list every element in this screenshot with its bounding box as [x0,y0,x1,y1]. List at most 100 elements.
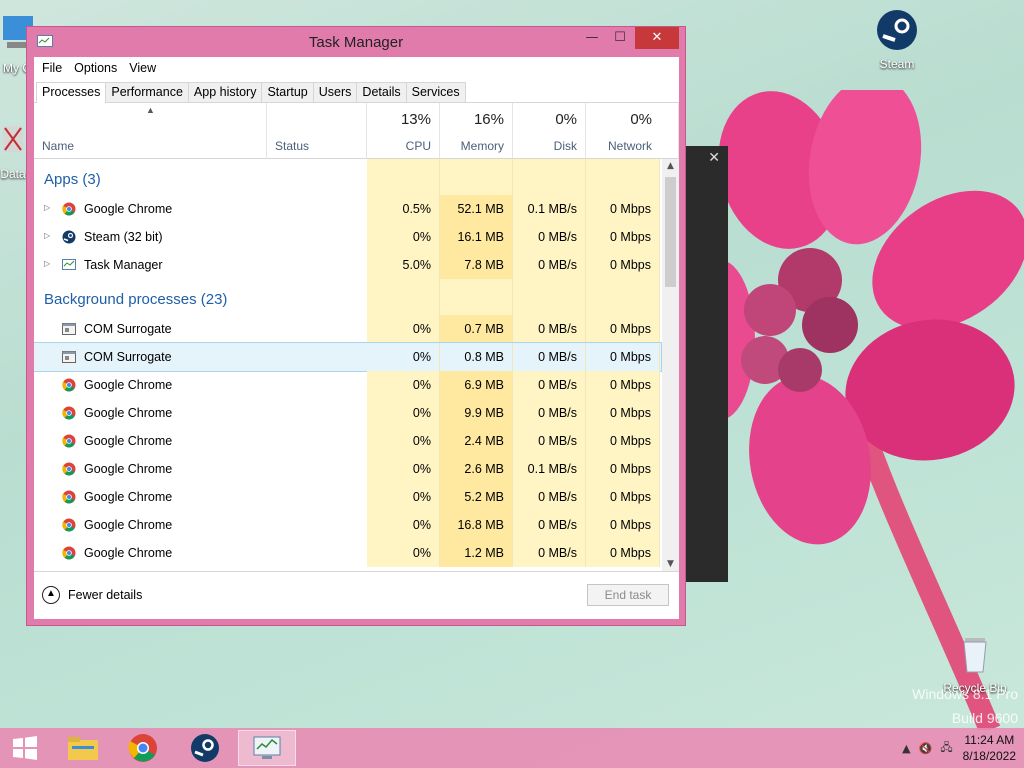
sort-up-icon: ▲ [146,105,155,115]
tab-app-history[interactable]: App history [187,82,263,102]
disk-cell: 0 MB/s [513,371,586,399]
cpu-cell: 0% [367,223,440,251]
network-total: 0% [630,111,652,128]
cpu-cell: 5.0% [367,251,440,279]
expand-arrow-icon[interactable]: ▷ [44,203,52,213]
desktop-icon-steam[interactable]: Steam [862,8,932,71]
column-header-status[interactable]: Status [267,103,367,159]
disk-cell: 0 MB/s [513,315,586,343]
scroll-up-icon[interactable]: ▲ [662,161,679,171]
column-header-name[interactable]: ▲ Name [34,103,267,159]
chrome-icon [62,546,76,560]
steam-icon [877,10,917,50]
process-name: Google Chrome [84,546,173,560]
taskbar-steam[interactable] [176,730,234,766]
network-cell: 0 Mbps [586,427,660,455]
memory-cell: 9.9 MB [440,399,513,427]
task-manager-body: File Options View Processes Performance … [34,57,679,619]
taskbar-file-explorer[interactable] [54,730,112,766]
folder-icon [68,737,98,760]
tab-services[interactable]: Services [405,82,466,102]
process-row[interactable]: Google Chrome 0% 6.9 MB 0 MB/s 0 Mbps [34,371,661,399]
column-header-memory[interactable]: 16% Memory [440,103,513,159]
process-row[interactable]: Google Chrome 0% 2.4 MB 0 MB/s 0 Mbps [34,427,661,455]
minimize-button[interactable]: — [577,27,607,49]
network-cell: 0 Mbps [586,251,660,279]
end-task-button[interactable]: End task [587,584,669,606]
disk-cell: 0 MB/s [513,483,586,511]
expand-arrow-icon[interactable]: ▷ [44,259,52,269]
process-row[interactable]: Google Chrome 0% 2.6 MB 0.1 MB/s 0 Mbps [34,455,661,483]
column-label-status: Status [275,139,310,153]
taskbar: ▲ 🔇 🖧 11:24 AM 8/18/2022 [0,728,1024,768]
memory-cell: 6.9 MB [440,371,513,399]
scroll-down-icon[interactable]: ▼ [662,559,679,569]
close-button[interactable]: ✕ [635,27,679,49]
process-row[interactable]: COM Surrogate 0% 0.7 MB 0 MB/s 0 Mbps [34,315,661,343]
menu-view[interactable]: View [123,61,162,75]
memory-cell: 52.1 MB [440,195,513,223]
cpu-cell: 0% [367,455,440,483]
process-row[interactable]: ▷ Steam (32 bit) 0% 16.1 MB 0 MB/s 0 Mbps [34,223,661,251]
memory-cell: 5.2 MB [440,483,513,511]
scrollbar-thumb[interactable] [665,177,676,287]
disk-cell: 0 MB/s [513,343,586,371]
task-manager-icon [253,736,281,759]
process-name: Google Chrome [84,202,173,216]
process-row[interactable]: Google Chrome 0% 16.8 MB 0 MB/s 0 Mbps [34,511,661,539]
memory-cell: 2.6 MB [440,455,513,483]
tab-users[interactable]: Users [312,82,358,102]
network-cell: 0 Mbps [586,195,660,223]
tab-performance[interactable]: Performance [105,82,189,102]
tab-processes[interactable]: Processes [36,82,107,103]
process-name: Google Chrome [84,490,173,504]
disk-cell: 0 MB/s [513,399,586,427]
process-name: Steam (32 bit) [84,230,163,244]
group-header-apps[interactable]: Apps (3) [34,159,661,195]
vertical-scrollbar[interactable]: ▲ ▼ [662,159,679,571]
process-row[interactable]: Google Chrome 0% 5.2 MB 0 MB/s 0 Mbps [34,483,661,511]
column-header-network[interactable]: 0% Network [586,103,679,159]
process-row[interactable]: COM Surrogate 0% 0.8 MB 0 MB/s 0 Mbps [34,342,662,372]
taskbar-chrome[interactable] [114,730,172,766]
com-icon [62,322,76,336]
close-icon[interactable]: ✕ [708,150,720,166]
network-icon[interactable]: 🖧 [940,739,952,758]
volume-muted-icon[interactable]: 🔇 [919,742,933,755]
menu-file[interactable]: File [36,61,68,75]
windows-edition-watermark: Windows 8.1 Pro [912,686,1018,702]
taskbar-task-manager[interactable] [238,730,296,766]
memory-cell: 0.8 MB [440,343,513,371]
tab-details[interactable]: Details [356,82,407,102]
column-header-cpu[interactable]: 13% CPU [367,103,440,159]
network-cell: 0 Mbps [586,223,660,251]
cpu-cell: 0.5% [367,195,440,223]
chrome-icon [128,734,157,762]
process-row[interactable]: Google Chrome 0% 1.2 MB 0 MB/s 0 Mbps [34,539,661,567]
show-hidden-icons-icon[interactable]: ▲ [902,742,910,755]
process-row[interactable]: Google Chrome 0% 9.9 MB 0 MB/s 0 Mbps [34,399,661,427]
process-name: COM Surrogate [84,322,172,336]
network-cell: 0 Mbps [586,511,660,539]
background-window[interactable]: ✕ [684,146,728,582]
fewer-details-button[interactable]: ▲ Fewer details [42,586,142,604]
disk-cell: 0 MB/s [513,511,586,539]
clock[interactable]: 11:24 AM 8/18/2022 [963,732,1016,764]
group-header-background[interactable]: Background processes (23) [34,279,661,315]
title-bar[interactable]: Task Manager — ☐ ✕ [27,27,685,57]
start-button[interactable] [0,730,50,766]
disk-cell: 0.1 MB/s [513,195,586,223]
process-row[interactable]: ▷ Google Chrome 0.5% 52.1 MB 0.1 MB/s 0 Mbps [34,195,661,223]
maximize-button[interactable]: ☐ [605,27,635,49]
fewer-details-label: Fewer details [68,588,143,602]
memory-cell: 16.1 MB [440,223,513,251]
windows-logo-icon [13,736,37,760]
column-header-disk[interactable]: 0% Disk [513,103,586,159]
tab-startup[interactable]: Startup [261,82,314,102]
process-row[interactable]: ▷ Task Manager 5.0% 7.8 MB 0 MB/s 0 Mbps [34,251,661,279]
cpu-cell: 0% [367,343,440,371]
network-cell: 0 Mbps [586,455,660,483]
expand-arrow-icon[interactable]: ▷ [44,231,52,241]
menu-options[interactable]: Options [68,61,123,75]
chrome-icon [62,202,76,216]
